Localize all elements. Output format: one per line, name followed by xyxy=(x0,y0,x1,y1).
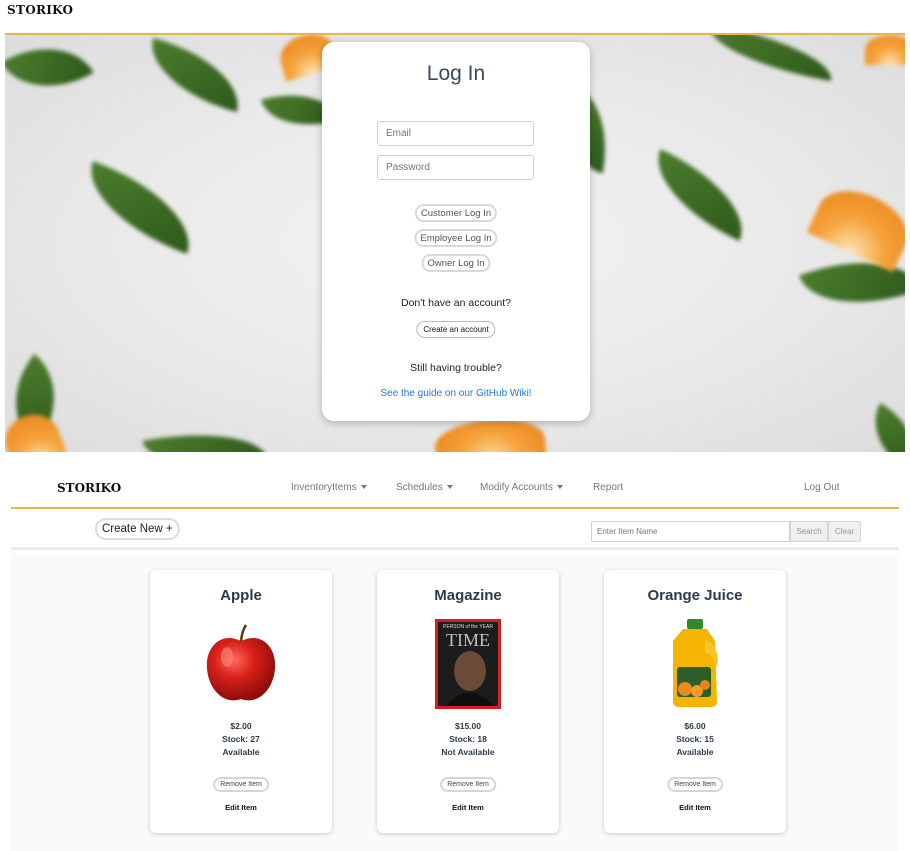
item-card: Apple $2.00 Stock: 27 Available Remove I… xyxy=(150,570,332,833)
leaf-decoration xyxy=(5,35,94,111)
orange-slice-decoration xyxy=(865,35,905,65)
github-wiki-link[interactable]: See the guide on our GitHub Wiki! xyxy=(322,388,590,399)
nav-schedules-label: Schedules xyxy=(396,482,443,493)
item-name: Magazine xyxy=(434,587,502,604)
navbar-divider xyxy=(11,507,899,509)
clear-button[interactable]: Clear xyxy=(828,521,861,542)
nav-log-out[interactable]: Log Out xyxy=(804,482,840,493)
orange-slice-decoration xyxy=(806,177,905,273)
magazine-title-text: TIME xyxy=(446,630,490,650)
nav-modify-accounts[interactable]: Modify Accounts xyxy=(480,482,563,493)
owner-login-button[interactable]: Owner Log In xyxy=(421,254,491,272)
nav-report[interactable]: Report xyxy=(593,482,623,493)
item-grid: Apple $2.00 Stock: 27 Available Remove I… xyxy=(11,553,899,851)
orange-juice-image xyxy=(673,619,718,707)
customer-login-button[interactable]: Customer Log In xyxy=(414,204,498,222)
no-account-text: Don't have an account? xyxy=(401,297,511,309)
inventory-toolbar: Create New + Search Clear xyxy=(11,514,899,550)
trouble-text: Still having trouble? xyxy=(410,362,502,374)
login-screen: STORIKO Log In Customer Log In Employee … xyxy=(0,0,910,452)
item-card: Orange Juice $6.00 Stock: 15 Available R… xyxy=(604,570,786,833)
item-stock: Stock: 15 xyxy=(676,734,714,744)
item-availability: Available xyxy=(676,747,714,757)
nav-modify-accounts-label: Modify Accounts xyxy=(480,482,553,493)
nav-schedules[interactable]: Schedules xyxy=(396,482,453,493)
brand-logo[interactable]: STORIKO xyxy=(7,3,73,17)
item-availability: Available xyxy=(222,747,260,757)
item-name: Apple xyxy=(220,587,262,604)
brand-logo[interactable]: STORIKO xyxy=(57,481,121,495)
leaf-decoration xyxy=(857,403,905,452)
email-field[interactable] xyxy=(377,121,534,146)
magazine-cover-image: PERSON of the YEAR TIME xyxy=(435,619,501,709)
edit-item-link[interactable]: Edit Item xyxy=(377,803,559,812)
password-field[interactable] xyxy=(377,155,534,180)
item-name: Orange Juice xyxy=(647,587,743,604)
item-search-input[interactable] xyxy=(591,521,790,542)
nav-inventory-items[interactable]: InventoryItems xyxy=(291,482,367,493)
create-account-button[interactable]: Create an account xyxy=(416,321,496,338)
item-stock: Stock: 27 xyxy=(222,734,260,744)
login-card: Log In Customer Log In Employee Log In O… xyxy=(322,42,590,421)
item-stock: Stock: 18 xyxy=(449,734,487,744)
inventory-screen: STORIKO InventoryItems Schedules Modify … xyxy=(0,462,910,851)
leaf-decoration xyxy=(74,161,206,254)
create-new-button[interactable]: Create New + xyxy=(95,518,180,540)
apple-image xyxy=(206,624,276,701)
edit-item-link[interactable]: Edit Item xyxy=(150,803,332,812)
edit-item-link[interactable]: Edit Item xyxy=(604,803,786,812)
caret-down-icon xyxy=(556,485,563,490)
remove-item-button[interactable]: Remove Item xyxy=(213,777,269,792)
top-navbar: STORIKO InventoryItems Schedules Modify … xyxy=(0,462,910,508)
caret-down-icon xyxy=(360,485,367,490)
leaf-decoration xyxy=(142,419,268,452)
leaf-decoration xyxy=(639,149,761,241)
item-card: Magazine PERSON of the YEAR TIME $15.00 … xyxy=(377,570,559,833)
item-price: $2.00 xyxy=(230,721,252,731)
nav-inventory-items-label: InventoryItems xyxy=(291,482,357,493)
item-availability: Not Available xyxy=(441,747,495,757)
remove-item-button[interactable]: Remove Item xyxy=(440,777,496,792)
caret-down-icon xyxy=(446,485,453,490)
orange-slice-decoration xyxy=(5,407,67,452)
remove-item-button[interactable]: Remove Item xyxy=(667,777,723,792)
employee-login-button[interactable]: Employee Log In xyxy=(414,229,498,247)
leaf-decoration xyxy=(702,35,838,82)
login-title: Log In xyxy=(426,62,486,85)
search-button[interactable]: Search xyxy=(790,521,828,542)
item-price: $6.00 xyxy=(684,721,706,731)
leaf-decoration xyxy=(140,37,250,113)
item-price: $15.00 xyxy=(455,721,481,731)
